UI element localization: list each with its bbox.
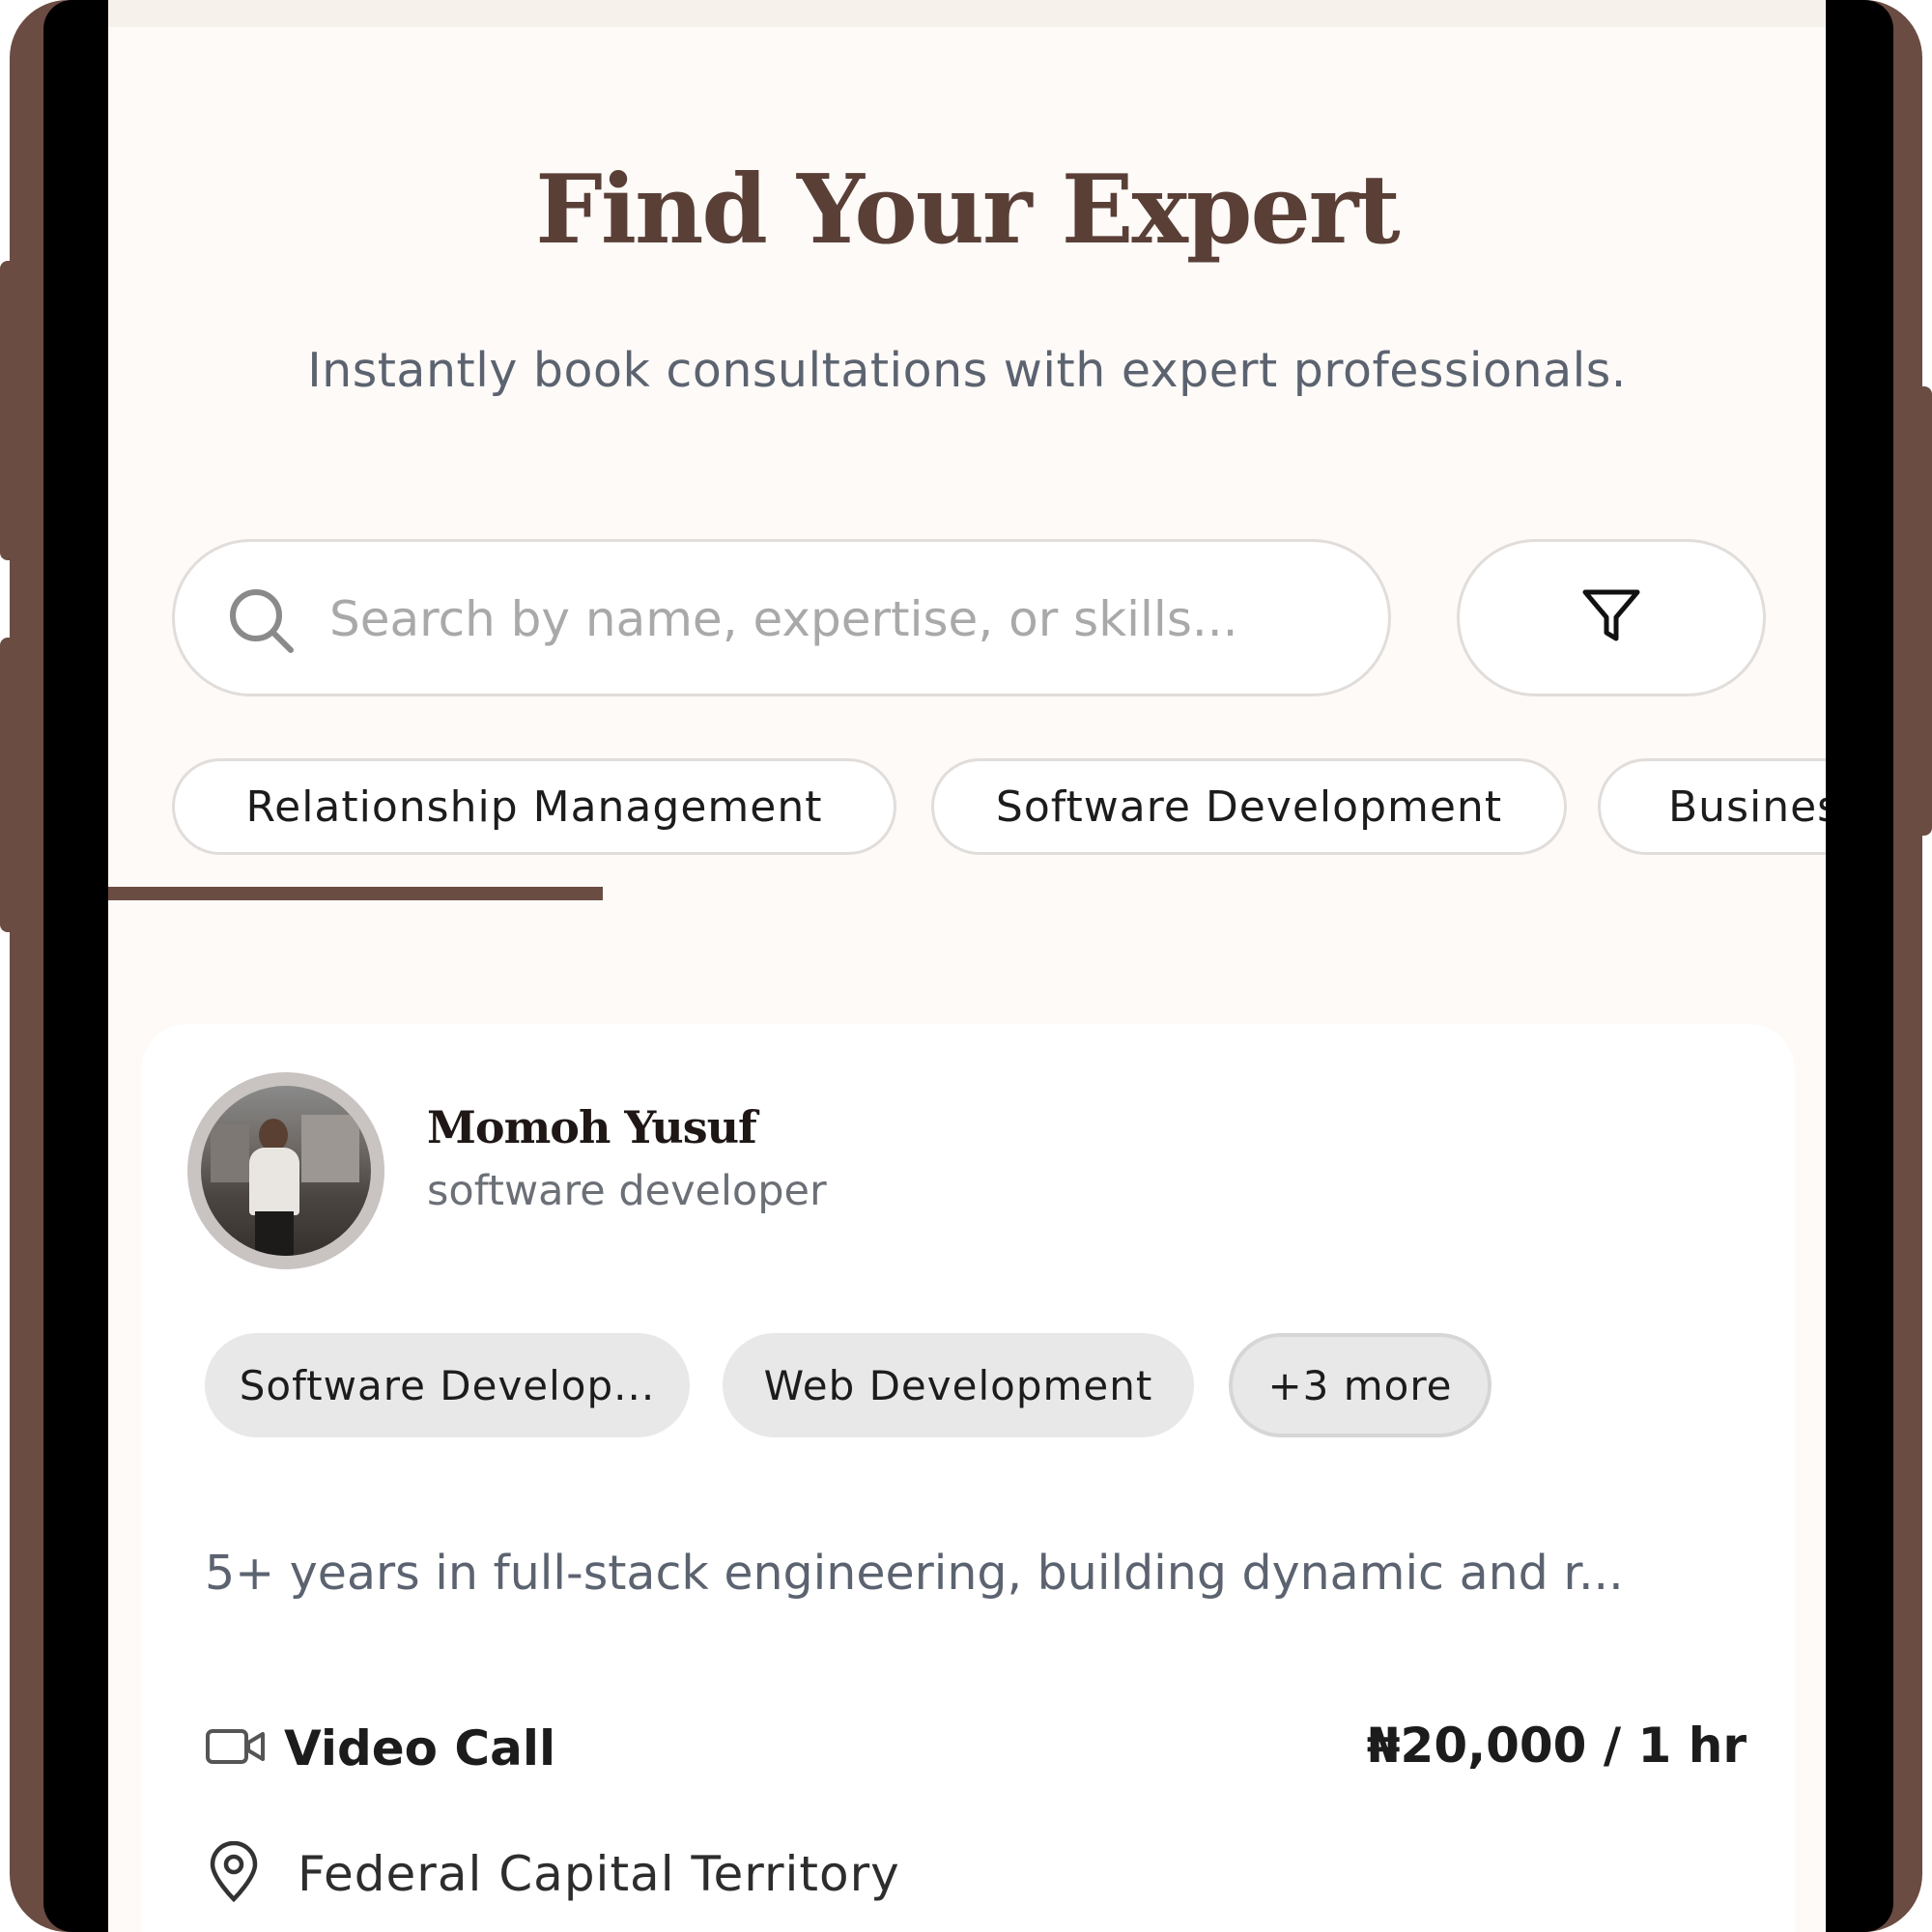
search-icon xyxy=(225,584,298,658)
location-label: Federal Capital Territory xyxy=(298,1846,900,1902)
session-type: Video Call xyxy=(205,1715,555,1782)
avatar xyxy=(187,1072,384,1269)
expert-card[interactable]: Momoh Yusuf software developer Software … xyxy=(141,1024,1795,1932)
volume-up-button xyxy=(0,261,17,560)
search-input[interactable] xyxy=(329,571,1353,668)
video-camera-icon xyxy=(205,1723,284,1774)
screen: Find Your Expert Instantly book consulta… xyxy=(108,0,1826,1932)
expert-role: software developer xyxy=(427,1167,827,1215)
location-pin-icon xyxy=(205,1840,298,1907)
avatar-photo xyxy=(201,1086,371,1256)
category-chip-relationship-management[interactable]: Relationship Management xyxy=(172,758,896,855)
category-chip-business[interactable]: Business xyxy=(1598,758,1826,855)
category-scroll-indicator xyxy=(108,887,603,900)
volume-down-button xyxy=(0,638,17,932)
status-bar xyxy=(108,0,1826,27)
power-button xyxy=(1915,386,1932,836)
more-tags-button[interactable]: +3 more xyxy=(1229,1333,1492,1437)
expertise-tag: Software Develop... xyxy=(205,1333,690,1437)
filter-icon xyxy=(1577,582,1645,654)
session-price: ₦20,000 / 1 hr xyxy=(1366,1718,1747,1774)
filter-button[interactable] xyxy=(1457,539,1766,696)
page-subtitle: Instantly book consultations with expert… xyxy=(307,343,1627,398)
expert-name[interactable]: Momoh Yusuf xyxy=(427,1101,757,1153)
location: Federal Capital Territory xyxy=(205,1840,900,1908)
expertise-tag: Web Development xyxy=(723,1333,1194,1437)
page-title: Find Your Expert xyxy=(535,155,1400,266)
category-chip-software-development[interactable]: Software Development xyxy=(931,758,1567,855)
expert-bio: 5+ years in full-stack engineering, buil… xyxy=(205,1546,1624,1601)
session-type-label: Video Call xyxy=(284,1720,556,1776)
search-bar[interactable] xyxy=(172,539,1391,696)
